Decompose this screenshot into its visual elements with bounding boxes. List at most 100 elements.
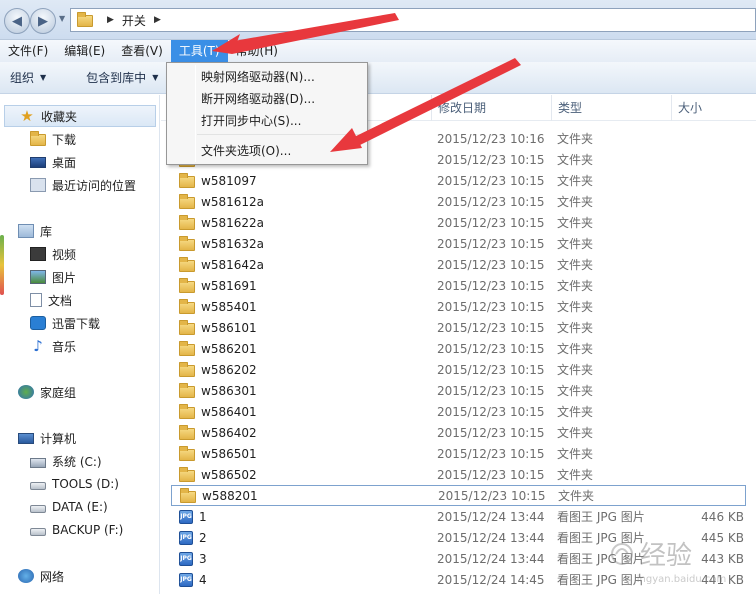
sidebar-libraries[interactable]: 库 bbox=[0, 220, 159, 242]
folder-row[interactable]: w581097 2015/12/23 10:15 文件夹 bbox=[171, 170, 746, 191]
file-type: 文件夹 bbox=[557, 468, 594, 482]
sidebar-item-drive-f[interactable]: BACKUP (F:) bbox=[0, 519, 159, 541]
menu-item-open-sync-center[interactable]: 打开同步中心(S)... bbox=[169, 110, 365, 132]
file-name-cell: w581632a bbox=[179, 235, 264, 251]
folder-row[interactable]: w586301 2015/12/23 10:15 文件夹 bbox=[171, 380, 746, 401]
back-button[interactable]: ◀ bbox=[4, 8, 30, 34]
sidebar-item-drive-d[interactable]: TOOLS (D:) bbox=[0, 473, 159, 495]
menu-tools[interactable]: 工具(T) bbox=[170, 40, 228, 62]
menu-item-disconnect-network-drive[interactable]: 断开网络驱动器(D)... bbox=[169, 88, 365, 110]
sidebar-item-label: 音乐 bbox=[52, 339, 77, 354]
file-date: 2015/12/23 10:15 bbox=[437, 467, 545, 482]
column-date-header[interactable]: 修改日期 bbox=[431, 95, 551, 121]
breadcrumb-separator-icon[interactable]: ▶ bbox=[107, 15, 114, 25]
folder-row[interactable]: w581642a 2015/12/23 10:15 文件夹 bbox=[171, 254, 746, 275]
sidebar-item-videos[interactable]: 视频 bbox=[0, 243, 159, 265]
folder-row[interactable]: w588201 2015/12/23 10:15 文件夹 bbox=[171, 485, 746, 506]
arrow-right-icon: ▶ bbox=[38, 13, 48, 29]
folder-row[interactable]: w586202 2015/12/23 10:15 文件夹 bbox=[171, 359, 746, 380]
sidebar-item-drive-e[interactable]: DATA (E:) bbox=[0, 496, 159, 518]
sidebar-item-recent-places[interactable]: 最近访问的位置 bbox=[0, 174, 159, 196]
file-type: 文件夹 bbox=[557, 279, 594, 293]
menu-edit[interactable]: 编辑(E) bbox=[56, 40, 113, 62]
file-name-cell: w585401 bbox=[179, 298, 257, 314]
folder-row[interactable]: w585401 2015/12/23 10:15 文件夹 bbox=[171, 296, 746, 317]
folder-row[interactable]: w586401 2015/12/23 10:15 文件夹 bbox=[171, 401, 746, 422]
menu-view[interactable]: 查看(V) bbox=[113, 40, 171, 62]
sidebar-computer[interactable]: 计算机 bbox=[0, 427, 159, 449]
file-type: 看图王 JPG 图片 bbox=[557, 510, 645, 524]
music-note-icon: ♪ bbox=[33, 337, 43, 355]
jpg-file-icon: JPG bbox=[179, 551, 193, 566]
menu-item-folder-options[interactable]: 文件夹选项(O)... bbox=[169, 140, 365, 162]
folder-row[interactable]: w586101 2015/12/23 10:15 文件夹 bbox=[171, 317, 746, 338]
sidebar-item-documents[interactable]: 文档 bbox=[0, 289, 159, 311]
column-type-header[interactable]: 类型 bbox=[551, 95, 671, 121]
command-bar: 组织 ▼ 包含到库中 ▼ bbox=[0, 62, 756, 94]
file-date: 2015/12/23 10:15 bbox=[437, 362, 545, 377]
file-date: 2015/12/23 10:15 bbox=[438, 488, 546, 503]
file-name: w586101 bbox=[201, 320, 257, 335]
file-name-cell: w581097 bbox=[179, 172, 257, 188]
folder-row[interactable]: w586501 2015/12/23 10:15 文件夹 bbox=[171, 443, 746, 464]
sidebar-item-pictures[interactable]: 图片 bbox=[0, 266, 159, 288]
folder-row[interactable]: w581612a 2015/12/23 10:15 文件夹 bbox=[171, 191, 746, 212]
sidebar-homegroup[interactable]: 家庭组 bbox=[0, 381, 159, 403]
file-date: 2015/12/23 10:15 bbox=[437, 257, 545, 272]
menu-file[interactable]: 文件(F) bbox=[0, 40, 56, 62]
sidebar-item-label: 计算机 bbox=[40, 431, 77, 446]
baidu-jingyan-watermark: 经验 jingyan.baidu.com bbox=[611, 541, 726, 585]
address-input[interactable]: ▶ 开关 ▶ bbox=[70, 8, 756, 32]
star-icon: ★ bbox=[20, 107, 34, 125]
file-name-cell: w586201 bbox=[179, 340, 257, 356]
file-name-cell: w586402 bbox=[179, 424, 257, 440]
tools-menu-dropdown: 映射网络驱动器(N)... 断开网络驱动器(D)... 打开同步中心(S)...… bbox=[166, 62, 368, 165]
sidebar-item-label: 下载 bbox=[52, 132, 77, 147]
menu-item-map-network-drive[interactable]: 映射网络驱动器(N)... bbox=[169, 66, 365, 88]
file-date: 2015/12/24 13:44 bbox=[437, 509, 545, 524]
file-name-cell: JPG 4 bbox=[179, 572, 207, 587]
file-type: 文件夹 bbox=[557, 321, 594, 335]
sidebar-item-desktop[interactable]: 桌面 bbox=[0, 151, 159, 173]
sidebar-item-downloads[interactable]: 下载 bbox=[0, 128, 159, 150]
breadcrumb-separator-icon[interactable]: ▶ bbox=[154, 15, 161, 25]
file-name: w581097 bbox=[201, 173, 257, 188]
sidebar-item-thunder-downloads[interactable]: 迅雷下载 bbox=[0, 312, 159, 334]
forward-button[interactable]: ▶ bbox=[30, 8, 56, 34]
breadcrumb-item[interactable]: 开关 bbox=[122, 12, 146, 29]
folder-icon bbox=[179, 172, 195, 188]
folder-icon bbox=[179, 277, 195, 293]
navigation-pane[interactable]: ★ 收藏夹 下载 桌面 最近访问的位置 库 视频 图片 文档 迅雷下载 ♪ 音乐… bbox=[0, 95, 160, 594]
organize-button[interactable]: 组织 ▼ bbox=[0, 69, 56, 86]
file-date: 2015/12/23 10:15 bbox=[437, 173, 545, 188]
folder-row[interactable]: w586502 2015/12/23 10:15 文件夹 bbox=[171, 464, 746, 485]
include-in-library-button[interactable]: 包含到库中 ▼ bbox=[76, 69, 168, 86]
homegroup-icon bbox=[18, 385, 34, 399]
watermark-subtext: jingyan.baidu.com bbox=[633, 574, 726, 585]
drive-icon bbox=[30, 528, 46, 536]
recent-pages-dropdown-icon[interactable]: ▼ bbox=[59, 14, 65, 23]
folder-row[interactable]: w581632a 2015/12/23 10:15 文件夹 bbox=[171, 233, 746, 254]
sidebar-item-label: 系统 (C:) bbox=[52, 454, 102, 469]
folder-icon bbox=[179, 298, 195, 314]
sidebar-network[interactable]: 网络 bbox=[0, 565, 159, 587]
menu-help[interactable]: 帮助(H) bbox=[228, 40, 286, 62]
file-name: w581642a bbox=[201, 257, 264, 272]
file-date: 2015/12/23 10:16 bbox=[437, 131, 545, 146]
file-name: w586201 bbox=[201, 341, 257, 356]
menu-separator bbox=[197, 134, 363, 135]
folder-row[interactable]: w586201 2015/12/23 10:15 文件夹 bbox=[171, 338, 746, 359]
column-size-header[interactable]: 大小 bbox=[671, 95, 756, 121]
file-name-cell: w586202 bbox=[179, 361, 257, 377]
folder-icon bbox=[179, 235, 195, 251]
sidebar-item-drive-c[interactable]: 系统 (C:) bbox=[0, 450, 159, 472]
folder-row[interactable]: w581691 2015/12/23 10:15 文件夹 bbox=[171, 275, 746, 296]
folder-row[interactable]: w581622a 2015/12/23 10:15 文件夹 bbox=[171, 212, 746, 233]
sidebar-item-music[interactable]: ♪ 音乐 bbox=[0, 335, 159, 357]
folder-row[interactable]: w586402 2015/12/23 10:15 文件夹 bbox=[171, 422, 746, 443]
folder-icon bbox=[179, 466, 195, 482]
sidebar-item-label: 文档 bbox=[48, 293, 73, 308]
sidebar-item-label: 视频 bbox=[52, 247, 77, 262]
address-bar-area: ◀ ▶ ▼ ▶ 开关 ▶ bbox=[0, 0, 756, 40]
sidebar-favorites[interactable]: ★ 收藏夹 bbox=[4, 105, 156, 127]
